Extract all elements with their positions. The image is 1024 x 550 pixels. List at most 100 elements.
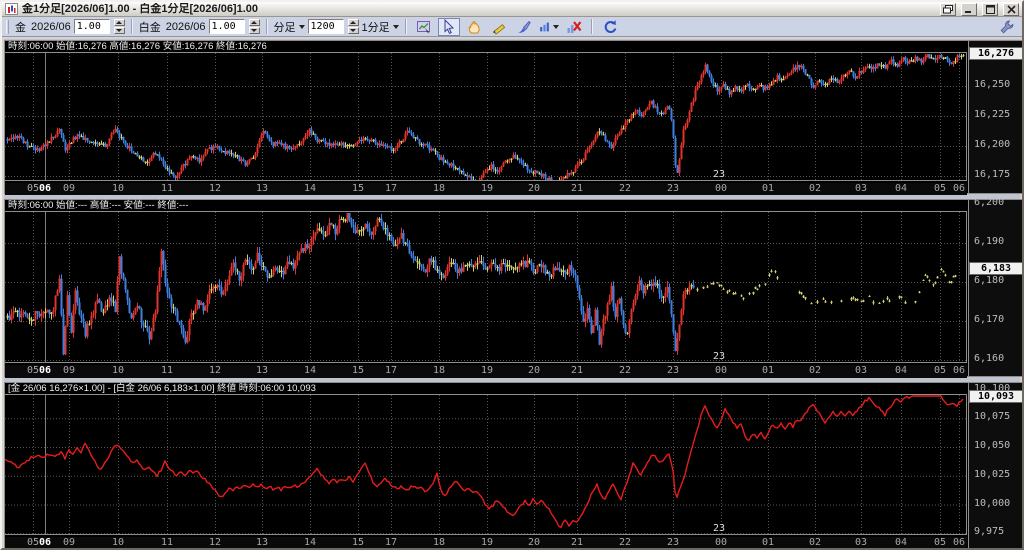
chart-pane-gold: 時刻:06:00 始値:16,276 高値:16,276 安値:16,276 終… — [4, 40, 1024, 194]
time-axis-label: 06 — [36, 183, 54, 195]
pencil-tool-button[interactable] — [488, 18, 510, 36]
time-axis-label: 10 — [109, 537, 127, 549]
price-axis-label: 10,000 — [974, 498, 1010, 509]
toolbar-separator — [405, 19, 407, 34]
gold-price-axis: 16,25016,22516,20016,17516,276 — [968, 41, 1023, 193]
time-axis-label: 03 — [852, 365, 870, 377]
toolbar-separator — [266, 19, 268, 34]
toolbar-grip[interactable] — [6, 20, 9, 34]
time-axis-label: 09 — [60, 365, 78, 377]
chart-type-icon — [539, 19, 550, 35]
spread-price-axis: 10,10010,07510,05010,02510,0009,97510,09… — [968, 383, 1023, 549]
bar-count-up-button[interactable] — [348, 19, 359, 26]
time-axis-label: 00 — [712, 537, 730, 549]
gold-multiplier-stepper — [114, 19, 125, 34]
bar-count-input[interactable] — [308, 19, 344, 34]
time-axis-label: 19 — [478, 365, 496, 377]
platinum-1min-svg — [5, 212, 967, 363]
time-axis-label: 04 — [892, 537, 910, 549]
time-axis-label: 21 — [568, 183, 586, 195]
time-axis-label: 06 — [36, 365, 54, 377]
date-marker: 23 — [713, 523, 725, 534]
spread-line-plot[interactable]: 23 — [5, 394, 967, 535]
price-axis-label: 16,250 — [974, 79, 1010, 90]
hand-tool-button[interactable] — [463, 18, 485, 36]
time-axis-label: 10 — [109, 365, 127, 377]
time-axis-label: 23 — [664, 365, 682, 377]
period-type-label: 分足 — [274, 19, 296, 35]
pencil-tool-icon — [491, 19, 507, 35]
date-marker: 23 — [713, 351, 725, 362]
date-marker: 23 — [713, 169, 725, 180]
gold-candlestick-plot[interactable]: 23 — [5, 52, 967, 181]
gold-multiplier-down-button[interactable] — [114, 27, 125, 34]
brush-tool-button[interactable] — [513, 18, 535, 36]
price-axis-label: 10,075 — [974, 411, 1010, 422]
cursor-tool-button[interactable] — [438, 18, 460, 36]
time-axis-label: 13 — [253, 537, 271, 549]
time-axis-label: 19 — [478, 183, 496, 195]
current-price-badge: 16,276 — [969, 47, 1023, 60]
spread-formula-readout: [金 26/06 16,276×1.00] - [白金 26/06 6,183×… — [8, 383, 316, 394]
chart-window-button[interactable] — [413, 18, 435, 36]
price-axis-label: 6,200 — [974, 197, 1004, 208]
hand-tool-icon — [466, 19, 482, 35]
current-price-badge: 10,093 — [969, 390, 1023, 403]
minimize-button[interactable] — [961, 3, 977, 16]
gold-ohlc-readout: 時刻:06:00 始値:16,276 高値:16,276 安値:16,276 終… — [8, 41, 267, 52]
close-button[interactable] — [1003, 3, 1019, 16]
toolbar: 金 2026/06 白金 2026/06 分足 1分足 — [2, 17, 1022, 37]
time-axis-label: 18 — [430, 537, 448, 549]
time-axis-label: 05 — [931, 183, 949, 195]
settings-button[interactable] — [996, 18, 1018, 36]
time-axis-label: 06 — [950, 183, 968, 195]
time-axis-label: 21 — [568, 537, 586, 549]
time-axis-label: 05 — [931, 365, 949, 377]
time-axis-label: 15 — [349, 183, 367, 195]
time-axis-label: 06 — [36, 537, 54, 549]
chart-window-icon — [416, 19, 432, 35]
chart-app-window: 金1分足[2026/06]1.00 - 白金1分足[2026/06]1.00 金… — [0, 0, 1024, 550]
popout-button[interactable] — [940, 3, 956, 16]
spread-time-axis: 0506091011121314151718192021222300010203… — [5, 537, 967, 550]
bar-count-down-button[interactable] — [348, 27, 359, 34]
gold-multiplier-up-button[interactable] — [114, 19, 125, 26]
timeframe-dropdown[interactable]: 1分足 — [362, 19, 399, 35]
time-axis-label: 06 — [950, 365, 968, 377]
time-axis-label: 11 — [158, 537, 176, 549]
time-axis-label: 05 — [931, 537, 949, 549]
maximize-button[interactable] — [982, 3, 998, 16]
price-axis-label: 6,170 — [974, 314, 1004, 325]
platinum-candlestick-plot[interactable]: 23 — [5, 211, 967, 363]
time-axis-label: 02 — [806, 537, 824, 549]
time-axis-label: 12 — [206, 183, 224, 195]
time-axis-label: 20 — [525, 365, 543, 377]
time-axis-label: 09 — [60, 183, 78, 195]
time-axis-label: 01 — [759, 183, 777, 195]
time-axis-label: 02 — [806, 365, 824, 377]
time-axis-label: 06 — [950, 537, 968, 549]
time-axis-label: 11 — [158, 365, 176, 377]
title-bar[interactable]: 金1分足[2026/06]1.00 - 白金1分足[2026/06]1.00 — [2, 2, 1022, 17]
chart-type-button[interactable] — [538, 18, 560, 36]
clear-drawings-button[interactable] — [563, 18, 585, 36]
time-axis-label: 12 — [206, 537, 224, 549]
platinum-multiplier-input[interactable] — [209, 19, 245, 34]
platinum-multiplier-stepper — [249, 19, 260, 34]
time-axis-label: 14 — [301, 537, 319, 549]
time-axis-label: 00 — [712, 183, 730, 195]
time-axis-label: 18 — [430, 365, 448, 377]
platinum-multiplier-up-button[interactable] — [249, 19, 260, 26]
refresh-button[interactable] — [599, 18, 621, 36]
clear-drawings-icon — [566, 19, 582, 35]
price-axis-label: 16,225 — [974, 109, 1010, 120]
time-axis-label: 09 — [60, 537, 78, 549]
time-axis-label: 22 — [616, 183, 634, 195]
period-type-dropdown[interactable]: 分足 — [274, 19, 305, 35]
gold-multiplier-input[interactable] — [74, 19, 110, 34]
time-axis-label: 20 — [525, 183, 543, 195]
chevron-down-icon — [299, 25, 305, 29]
platinum-multiplier-down-button[interactable] — [249, 27, 260, 34]
chart-pane-platinum: 時刻:06:00 始値:--- 高値:--- 安値:--- 終値:--- 23 … — [4, 199, 1024, 377]
time-axis-label: 01 — [759, 537, 777, 549]
